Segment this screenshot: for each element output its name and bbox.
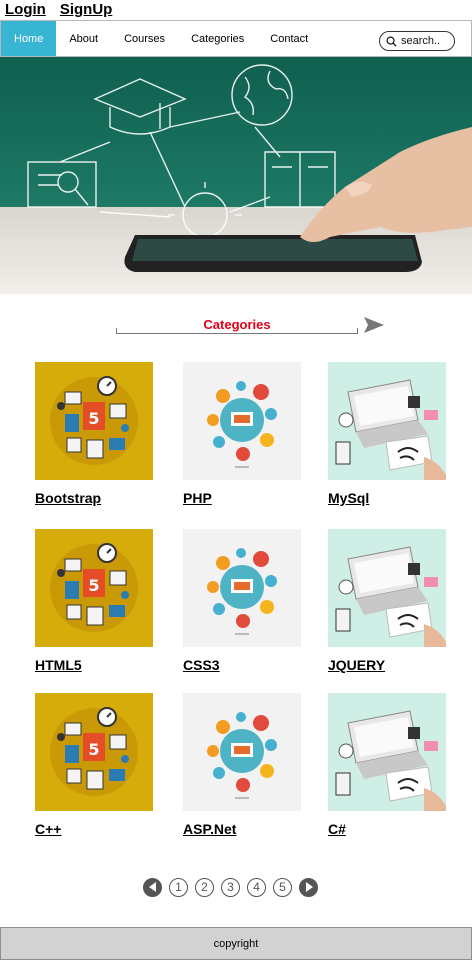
category-thumbnail[interactable] (183, 693, 301, 811)
svg-text:5: 5 (88, 576, 99, 595)
category-link[interactable]: CSS3 (183, 657, 220, 673)
tablet (124, 235, 422, 272)
nav-home[interactable]: Home (1, 21, 57, 56)
category-thumbnail[interactable] (328, 693, 446, 811)
category-card[interactable]: 5 Bootstrap (35, 362, 153, 506)
categories-heading: Categories (116, 314, 358, 334)
category-thumbnail[interactable]: 5 (35, 362, 153, 480)
category-card[interactable]: 5 C++ (35, 693, 153, 837)
category-card[interactable]: PHP (183, 362, 301, 506)
nav-contact[interactable]: Contact (257, 21, 321, 56)
signup-link[interactable]: SignUp (60, 1, 113, 19)
category-link[interactable]: Bootstrap (35, 490, 101, 506)
chevron-right-icon (305, 882, 313, 892)
category-link[interactable]: C# (328, 821, 346, 837)
search-icon (386, 36, 397, 47)
category-thumbnail[interactable]: 5 (35, 529, 153, 647)
nav-courses[interactable]: Courses (111, 21, 178, 56)
svg-text:5: 5 (88, 409, 99, 428)
category-thumbnail[interactable] (183, 362, 301, 480)
page-5-button[interactable]: 5 (273, 877, 292, 897)
navbar: Home About Courses Categories Contact (0, 20, 472, 57)
page-2-button[interactable]: 2 (195, 877, 214, 897)
prev-page-button[interactable] (143, 877, 162, 897)
category-link[interactable]: C++ (35, 821, 61, 837)
page-3-button[interactable]: 3 (221, 877, 240, 897)
categories-title: Categories (203, 317, 271, 332)
copyright-text: copyright (213, 937, 259, 950)
category-link[interactable]: HTML5 (35, 657, 82, 673)
send-arrow-icon[interactable] (364, 317, 384, 333)
pagination: 1 2 3 4 5 (143, 877, 318, 897)
category-link[interactable]: ASP.Net (183, 821, 236, 837)
category-thumbnail[interactable] (328, 529, 446, 647)
category-thumbnail[interactable] (183, 529, 301, 647)
category-card[interactable]: C# (328, 693, 446, 837)
login-link[interactable]: Login (5, 1, 46, 19)
category-card[interactable]: MySql (328, 362, 446, 506)
search-box[interactable] (379, 31, 455, 51)
chevron-left-icon (148, 882, 156, 892)
category-thumbnail[interactable] (328, 362, 446, 480)
nav-about[interactable]: About (56, 21, 111, 56)
category-thumbnail[interactable]: 5 (35, 693, 153, 811)
search-input[interactable] (401, 35, 449, 47)
hero-image (0, 57, 472, 294)
svg-text:5: 5 (88, 740, 99, 759)
category-card[interactable]: 5 HTML5 (35, 529, 153, 673)
next-page-button[interactable] (299, 877, 318, 897)
category-link[interactable]: JQUERY (328, 657, 385, 673)
category-card[interactable]: CSS3 (183, 529, 301, 673)
nav-categories[interactable]: Categories (178, 21, 257, 56)
auth-links: Login SignUp (5, 1, 112, 19)
category-link[interactable]: PHP (183, 490, 212, 506)
category-link[interactable]: MySql (328, 490, 369, 506)
category-card[interactable]: ASP.Net (183, 693, 301, 837)
page-1-button[interactable]: 1 (169, 877, 188, 897)
page-4-button[interactable]: 4 (247, 877, 266, 897)
category-card[interactable]: JQUERY (328, 529, 446, 673)
footer: copyright (0, 927, 472, 960)
